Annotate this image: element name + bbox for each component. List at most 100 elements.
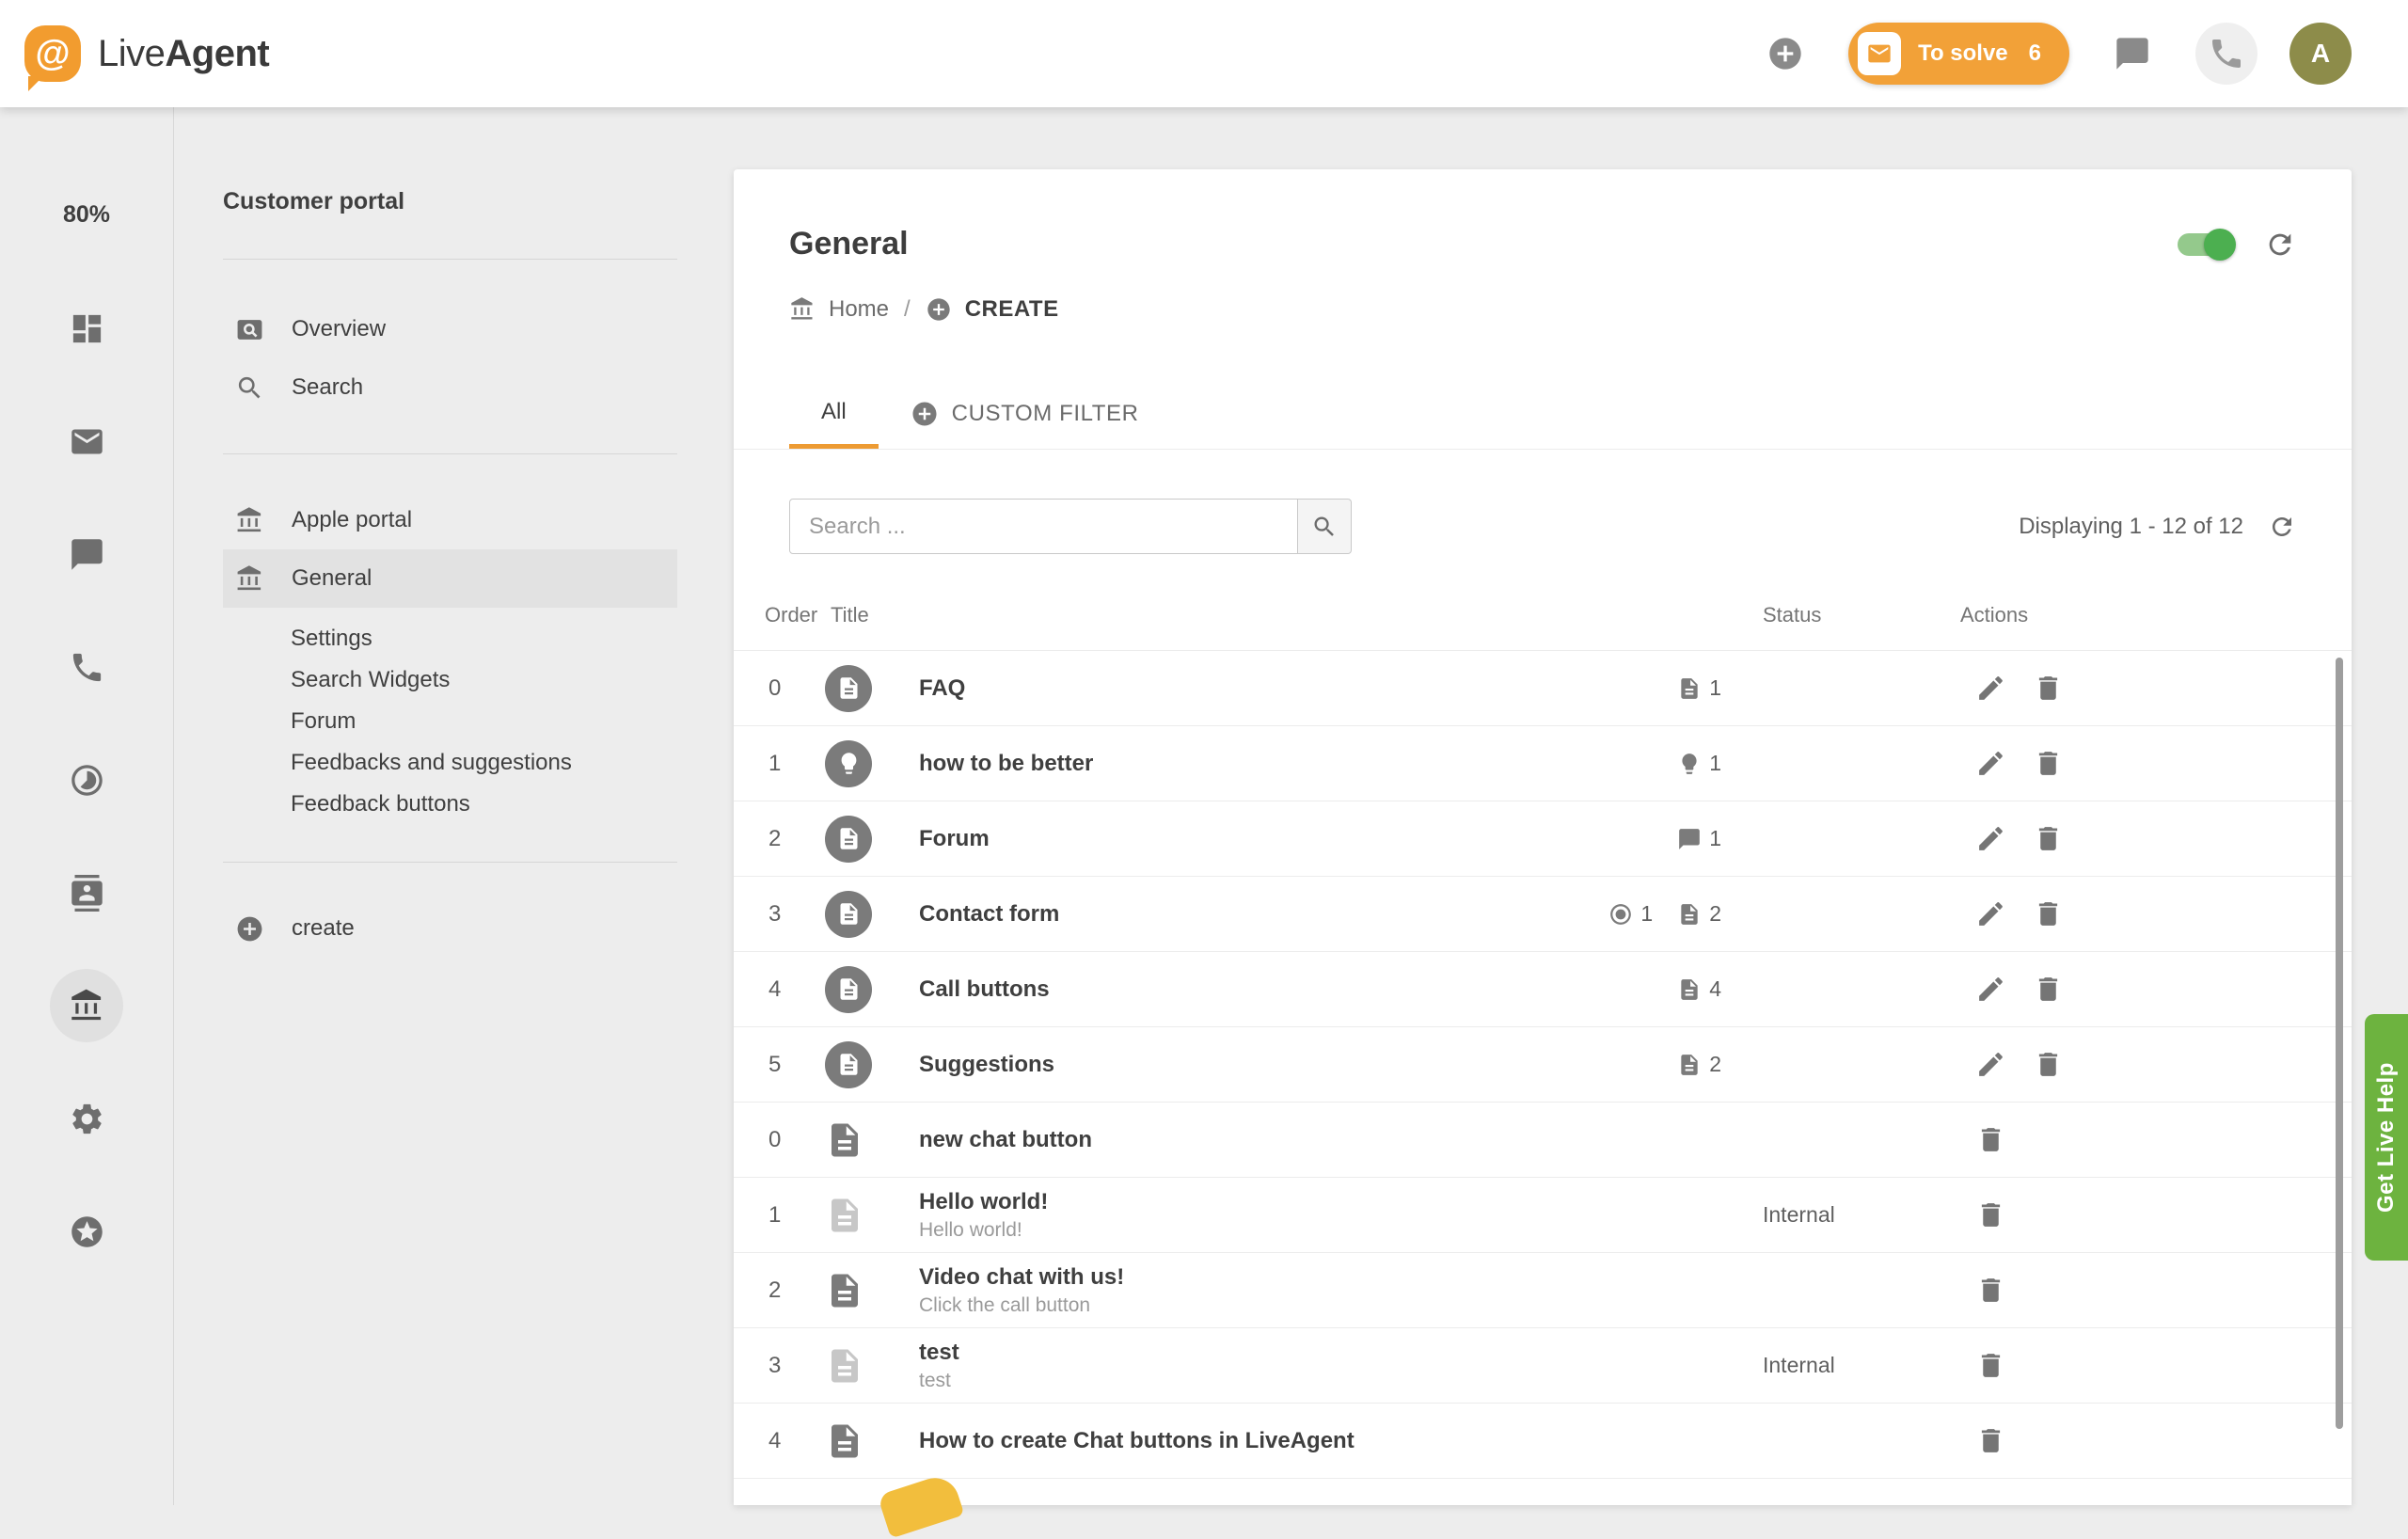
pencil-icon [1975, 673, 2006, 704]
edit-button[interactable] [1975, 823, 2006, 854]
row-actions [1956, 673, 2352, 704]
bank-icon [235, 564, 264, 594]
count-badge: 1 [1677, 751, 1721, 776]
delete-button[interactable] [2033, 898, 2064, 929]
row-title[interactable]: new chat button [919, 1127, 1590, 1153]
row-title[interactable]: Suggestions [919, 1052, 1590, 1078]
delete-button[interactable] [2033, 673, 2064, 704]
table-row: 2Forum1 [734, 801, 2352, 877]
edit-button[interactable] [1975, 673, 2006, 704]
doc-icon [836, 826, 862, 851]
rail-item-settings[interactable] [50, 1082, 123, 1155]
table-scrollbar[interactable] [2336, 658, 2343, 1429]
sidebar-item-forum[interactable]: Forum [223, 701, 677, 742]
delete-button[interactable] [1975, 1275, 2006, 1306]
contacts-icon [69, 875, 105, 912]
trash-icon [2033, 1049, 2064, 1080]
sidebar-item-label: Search Widgets [291, 667, 450, 693]
sidebar-item-settings[interactable]: Settings [223, 618, 677, 659]
avatar[interactable]: A [2289, 23, 2352, 85]
doc-icon [1677, 902, 1702, 927]
plus-circle-icon [1766, 35, 1804, 72]
tab-all[interactable]: All [789, 379, 879, 449]
row-actions [1956, 823, 2352, 854]
row-subtitle: Click the call button [919, 1294, 1590, 1317]
delete-button[interactable] [1975, 1124, 2006, 1155]
row-title-cell: Suggestions [919, 1052, 1590, 1078]
edit-button[interactable] [1975, 898, 2006, 929]
count-badge: 1 [1677, 675, 1721, 701]
draft-doc-icon [825, 1421, 864, 1461]
delete-button[interactable] [2033, 1049, 2064, 1080]
sidebar-item-feedbacks-and-suggestions[interactable]: Feedbacks and suggestions [223, 742, 677, 784]
calls-button[interactable] [2195, 23, 2258, 85]
row-order: 2 [765, 1277, 825, 1304]
rail-item-gamification[interactable] [50, 1195, 123, 1268]
delete-button[interactable] [1975, 1199, 2006, 1230]
topbar: @ LiveAgent To solve 6 A [0, 0, 2408, 107]
refresh-icon [2264, 229, 2296, 261]
row-title[interactable]: Video chat with us! [919, 1264, 1590, 1291]
row-title[interactable]: Call buttons [919, 976, 1590, 1003]
table-row: 0FAQ1 [734, 651, 2352, 726]
portal-active-toggle[interactable] [2178, 233, 2234, 256]
sidebar-item-general[interactable]: General [223, 549, 677, 608]
row-title[interactable]: how to be better [919, 751, 1590, 777]
delete-button[interactable] [2033, 823, 2064, 854]
search-button[interactable] [1298, 499, 1352, 554]
sidebar-item-create[interactable]: create [223, 899, 677, 958]
row-title[interactable]: test [919, 1340, 1590, 1366]
add-new-button[interactable] [1754, 23, 1816, 85]
row-order: 4 [765, 976, 825, 1003]
sidebar-nav: Overview Search Apple portalGeneral Setting… [223, 300, 677, 958]
delete-button[interactable] [2033, 748, 2064, 779]
edit-button[interactable] [1975, 1049, 2006, 1080]
delete-button[interactable] [1975, 1425, 2006, 1456]
refresh-button[interactable] [2264, 229, 2296, 261]
edit-button[interactable] [1975, 974, 2006, 1005]
row-title[interactable]: How to create Chat buttons in LiveAgent [919, 1428, 1590, 1454]
refresh-list-button[interactable] [2268, 513, 2296, 541]
chats-button[interactable] [2101, 23, 2163, 85]
tab-custom-filter[interactable]: CUSTOM FILTER [879, 379, 1171, 449]
sidebar-item-feedback-buttons[interactable]: Feedback buttons [223, 784, 677, 825]
liveagent-logo[interactable]: @ LiveAgent [24, 25, 269, 82]
pencil-icon [1975, 1049, 2006, 1080]
to-solve-button[interactable]: To solve 6 [1848, 23, 2069, 85]
rail-item-customer-portal[interactable] [50, 969, 123, 1042]
edit-button[interactable] [1975, 748, 2006, 779]
draft-doc-icon [825, 1196, 864, 1235]
delete-button[interactable] [1975, 1350, 2006, 1381]
row-title[interactable]: Contact form [919, 901, 1590, 928]
trash-icon [2033, 823, 2064, 854]
row-title[interactable]: Forum [919, 826, 1590, 852]
row-order: 1 [765, 751, 825, 777]
sidebar-item-search[interactable]: Search [223, 358, 677, 417]
article-avatar [825, 665, 872, 712]
table-row: 2 Video chat with us! Click the call butto… [734, 1253, 2352, 1328]
rail-item-calls[interactable] [50, 630, 123, 704]
breadcrumb: Home / CREATE [734, 262, 2352, 323]
row-actions [1956, 1124, 2352, 1155]
rail-item-dashboard[interactable] [50, 292, 123, 365]
rail-item-contacts[interactable] [50, 856, 123, 929]
sidebar-item-apple-portal[interactable]: Apple portal [223, 491, 677, 549]
doc-icon [825, 1271, 864, 1310]
row-icon-cell [825, 1041, 919, 1088]
sidebar-item-search-widgets[interactable]: Search Widgets [223, 659, 677, 701]
sidebar-item-label: Overview [292, 316, 386, 342]
delete-button[interactable] [2033, 974, 2064, 1005]
row-icon-cell [825, 1120, 919, 1160]
breadcrumb-home[interactable]: Home [829, 296, 889, 323]
rail-item-chats[interactable] [50, 517, 123, 591]
rail-item-time[interactable] [50, 743, 123, 817]
row-title[interactable]: Hello world! [919, 1189, 1590, 1215]
trash-icon [1975, 1350, 2006, 1381]
rail-item-tickets[interactable] [50, 405, 123, 478]
row-title-cell: Video chat with us! Click the call button [919, 1264, 1590, 1317]
badge-count: 1 [1709, 675, 1721, 701]
row-title[interactable]: FAQ [919, 675, 1590, 702]
sidebar-item-overview[interactable]: Overview [223, 300, 677, 358]
search-input[interactable] [789, 499, 1298, 554]
get-live-help-tab[interactable]: Get Live Help [2365, 1014, 2408, 1261]
